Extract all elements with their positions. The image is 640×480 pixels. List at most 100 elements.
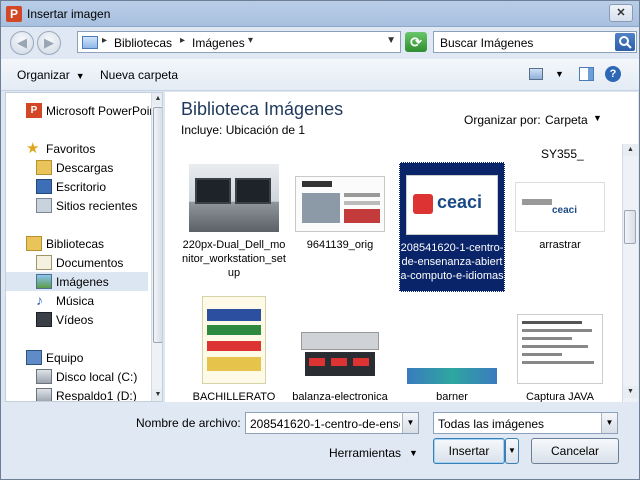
file-item-label[interactable]: SY355_ bbox=[541, 147, 584, 161]
file-item[interactable]: Captura JAVA bbox=[507, 314, 613, 402]
nav-label: Microsoft PowerPoint bbox=[46, 104, 160, 118]
breadcrumb-bibliotecas[interactable]: Bibliotecas bbox=[114, 36, 172, 50]
thumbnail-image: ceaci bbox=[515, 182, 605, 232]
file-caption: arrastrar bbox=[539, 239, 581, 251]
powerpoint-app-icon: P bbox=[6, 6, 22, 22]
search-placeholder: Buscar Imágenes bbox=[440, 36, 534, 50]
nav-item-powerpoint[interactable]: P Microsoft PowerPoint bbox=[6, 101, 159, 120]
videos-icon bbox=[36, 312, 52, 327]
pictures-icon bbox=[36, 274, 52, 289]
address-history-dropdown-icon[interactable]: ▼ bbox=[386, 35, 396, 46]
nav-item-recent-places[interactable]: Sitios recientes bbox=[6, 196, 148, 215]
library-folder-icon bbox=[82, 36, 98, 49]
nav-label: Equipo bbox=[46, 351, 84, 365]
breadcrumb-imagenes[interactable]: Imágenes bbox=[192, 36, 245, 50]
change-view-icon[interactable] bbox=[529, 68, 543, 80]
chevron-down-icon[interactable]: ▼ bbox=[409, 448, 418, 458]
nav-item-desktop[interactable]: Escritorio bbox=[6, 177, 148, 196]
filename-input[interactable]: 208541620-1-centro-de-ense ▼ bbox=[245, 412, 419, 434]
nav-label: Sitios recientes bbox=[56, 199, 138, 213]
library-includes[interactable]: Incluye: Ubicación de 1 bbox=[181, 123, 305, 137]
breadcrumb-separator-icon[interactable]: ▾ bbox=[248, 35, 253, 46]
library-title: Biblioteca Imágenes bbox=[181, 99, 344, 119]
nav-item-documents[interactable]: Documentos bbox=[6, 253, 148, 272]
arrange-by-dropdown[interactable]: Carpeta bbox=[545, 113, 588, 127]
nav-item-computer[interactable]: Equipo bbox=[6, 348, 148, 367]
dialog-footer: Nombre de archivo: 208541620-1-centro-de… bbox=[1, 402, 639, 479]
view-options-dropdown-icon[interactable]: ▼ bbox=[555, 69, 564, 79]
file-caption: 220px-Dual_Dell_monitor_workstation_setu… bbox=[182, 239, 286, 279]
close-button[interactable]: ✕ bbox=[609, 4, 633, 22]
cancel-button[interactable]: Cancelar bbox=[531, 438, 619, 464]
nav-label: Respaldo1 (D:) bbox=[56, 389, 137, 402]
file-caption: barner bbox=[436, 391, 468, 402]
tools-button[interactable]: Herramientas bbox=[329, 446, 401, 460]
nav-item-backup-drive[interactable]: Respaldo1 (D:) bbox=[6, 386, 148, 402]
file-item[interactable]: ceaci arrastrar bbox=[507, 182, 613, 252]
scroll-down-icon[interactable]: ▼ bbox=[623, 386, 638, 398]
navigation-pane: P Microsoft PowerPoint ★ Favoritos Desca… bbox=[5, 92, 163, 402]
filename-value: 208541620-1-centro-de-ense bbox=[250, 417, 400, 431]
file-item-selected[interactable]: ceaci 208541620-1-centro-de-ensenanza-ab… bbox=[399, 162, 505, 292]
insert-button[interactable]: Insertar bbox=[433, 438, 505, 464]
nav-label: Favoritos bbox=[46, 142, 96, 156]
desktop-icon bbox=[36, 179, 52, 194]
documents-icon bbox=[36, 255, 52, 270]
file-item[interactable]: balanza-electronica bbox=[287, 328, 393, 402]
nav-item-music[interactable]: ♪ Música bbox=[6, 291, 148, 310]
scrollbar-thumb[interactable] bbox=[624, 210, 636, 244]
address-row: ◀ ▶ ▸ Bibliotecas ▸ Imágenes ▾ ▼ ⟳ Busca… bbox=[1, 27, 639, 59]
drive-icon bbox=[36, 388, 52, 401]
chevron-down-icon[interactable]: ▼ bbox=[601, 413, 617, 433]
file-list-scrollbar[interactable]: ▲ ▼ bbox=[622, 144, 638, 402]
breadcrumb-separator-icon[interactable]: ▸ bbox=[102, 35, 107, 46]
computer-icon bbox=[26, 350, 42, 365]
thumbnail-image bbox=[295, 328, 385, 384]
scrollbar-thumb[interactable] bbox=[153, 107, 162, 343]
thumbnail-image bbox=[295, 176, 385, 232]
back-button[interactable]: ◀ bbox=[10, 31, 34, 55]
nav-item-pictures[interactable]: Imágenes bbox=[6, 272, 148, 291]
file-item[interactable]: 9641139_orig bbox=[287, 176, 393, 252]
window-title: Insertar imagen bbox=[27, 7, 111, 21]
file-type-select[interactable]: Todas las imágenes ▼ bbox=[433, 412, 618, 434]
downloads-folder-icon bbox=[36, 160, 52, 175]
music-icon: ♪ bbox=[36, 292, 43, 308]
address-bar[interactable]: ▸ Bibliotecas ▸ Imágenes ▾ ▼ bbox=[77, 31, 401, 53]
nav-item-downloads[interactable]: Descargas bbox=[6, 158, 148, 177]
scroll-up-icon[interactable]: ▲ bbox=[152, 93, 162, 105]
powerpoint-icon: P bbox=[26, 103, 42, 118]
recent-places-icon bbox=[36, 198, 52, 213]
chevron-down-icon: ▼ bbox=[75, 71, 85, 81]
nav-scrollbar[interactable]: ▲ ▼ bbox=[151, 93, 162, 401]
forward-button[interactable]: ▶ bbox=[37, 31, 61, 55]
file-item[interactable]: barner bbox=[399, 368, 505, 402]
breadcrumb-separator-icon[interactable]: ▸ bbox=[180, 35, 185, 46]
chevron-down-icon[interactable]: ▼ bbox=[593, 113, 602, 123]
file-item[interactable]: 220px-Dual_Dell_monitor_workstation_setu… bbox=[181, 164, 287, 280]
preview-pane-icon[interactable] bbox=[579, 67, 594, 81]
file-caption: 208541620-1-centro-de-ensenanza-abierta-… bbox=[400, 242, 504, 282]
local-disk-icon bbox=[36, 369, 52, 384]
scroll-down-icon[interactable]: ▼ bbox=[152, 389, 162, 401]
nav-item-local-disk[interactable]: Disco local (C:) bbox=[6, 367, 148, 386]
nav-label: Disco local (C:) bbox=[56, 370, 138, 384]
new-folder-button[interactable]: Nueva carpeta bbox=[100, 68, 178, 82]
nav-item-videos[interactable]: Vídeos bbox=[6, 310, 148, 329]
nav-item-libraries[interactable]: Bibliotecas bbox=[6, 234, 148, 253]
file-item[interactable]: BACHILLERATO bbox=[181, 296, 287, 402]
thumbnail-image bbox=[407, 368, 497, 384]
search-input[interactable]: Buscar Imágenes bbox=[433, 31, 637, 53]
thumbnail-image bbox=[202, 296, 266, 384]
refresh-button[interactable]: ⟳ bbox=[405, 32, 427, 52]
chevron-down-icon[interactable]: ▼ bbox=[402, 413, 418, 433]
help-icon[interactable]: ? bbox=[605, 66, 621, 82]
file-caption: 9641139_orig bbox=[306, 239, 374, 251]
organize-label: Organizar bbox=[17, 68, 70, 82]
search-icon[interactable] bbox=[615, 33, 635, 51]
insert-options-dropdown-icon[interactable]: ▼ bbox=[505, 438, 519, 464]
scroll-up-icon[interactable]: ▲ bbox=[623, 144, 638, 156]
organize-button[interactable]: Organizar ▼ bbox=[17, 68, 85, 82]
insert-image-dialog: P Insertar imagen ✕ ◀ ▶ ▸ Bibliotecas ▸ … bbox=[0, 0, 640, 480]
nav-item-favorites[interactable]: ★ Favoritos bbox=[6, 139, 148, 158]
